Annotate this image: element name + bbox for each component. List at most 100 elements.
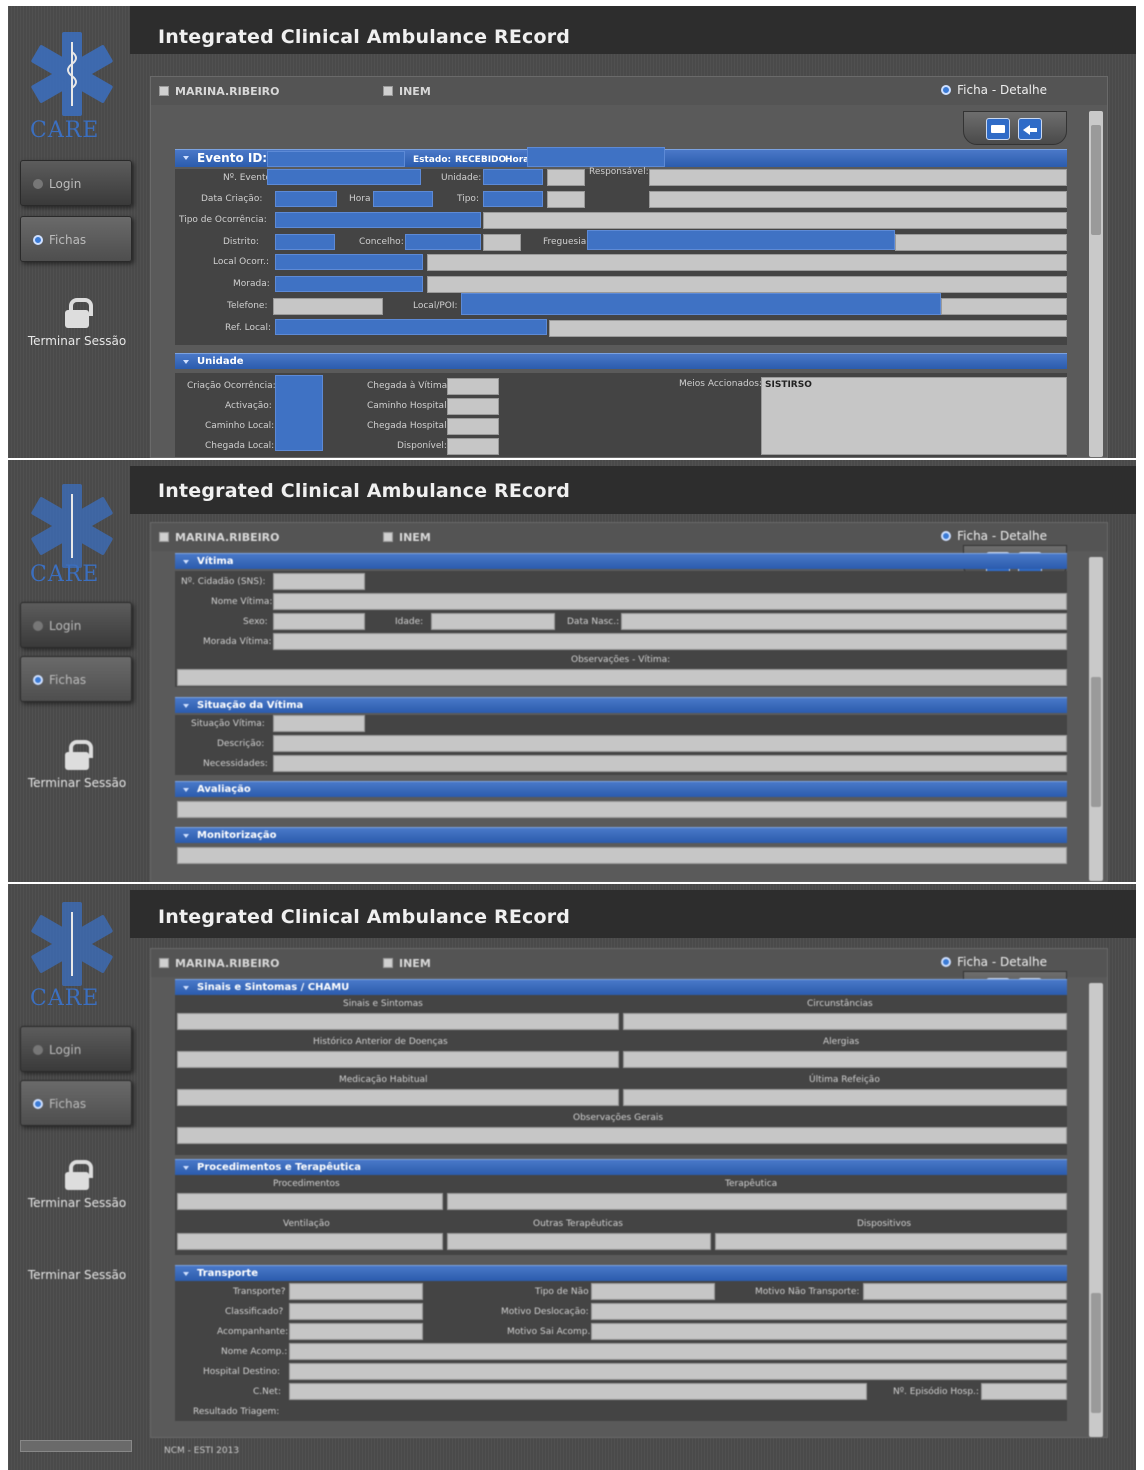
user-checkbox[interactable]: MARINA.RIBEIRO xyxy=(159,957,280,970)
data-nasc-field[interactable] xyxy=(621,613,1067,630)
fichas-button[interactable]: Fichas xyxy=(20,216,132,262)
outras-field[interactable] xyxy=(447,1233,711,1250)
fichas-button[interactable]: Fichas xyxy=(20,656,132,702)
meios-field[interactable]: SISTIRSO xyxy=(761,377,1067,455)
telefone-field[interactable] xyxy=(273,298,383,315)
dispositivos-field[interactable] xyxy=(715,1233,1067,1250)
responsavel-field[interactable] xyxy=(649,169,1067,186)
sexo-field[interactable] xyxy=(273,613,365,630)
local-ocorr-desc[interactable] xyxy=(427,254,1067,271)
tipo-extra-field[interactable] xyxy=(547,191,585,208)
historico-field[interactable] xyxy=(177,1051,619,1068)
section-monitorizacao[interactable]: Monitorização xyxy=(175,827,1067,843)
ultima-field[interactable] xyxy=(623,1089,1067,1106)
app-title: Integrated Clinical Ambulance REcord xyxy=(158,906,571,928)
necessidades-field[interactable] xyxy=(273,755,1067,772)
section-unidade[interactable]: Unidade xyxy=(175,353,1067,369)
motivo-sai-field[interactable] xyxy=(591,1323,1067,1340)
hora-row-field[interactable] xyxy=(373,191,433,207)
local-poi-extra-field[interactable] xyxy=(941,298,1067,315)
ref-local-field[interactable] xyxy=(275,319,547,335)
tipo-field[interactable] xyxy=(483,191,543,207)
login-button[interactable]: Login xyxy=(20,160,132,206)
logout-label: Terminar Sessão xyxy=(27,334,127,348)
login-button[interactable]: Login xyxy=(20,1026,132,1072)
obs-gerais-field[interactable] xyxy=(177,1127,1067,1144)
circunstancias-field[interactable] xyxy=(623,1013,1067,1030)
situacao-field[interactable] xyxy=(273,715,365,732)
ventilacao-field[interactable] xyxy=(177,1233,443,1250)
logout-text-link[interactable]: Terminar Sessão xyxy=(22,1266,132,1282)
data-criacao-field[interactable] xyxy=(275,191,337,207)
view-indicator[interactable]: Ficha - Detalhe xyxy=(941,955,1047,969)
acompanhante-field[interactable] xyxy=(289,1323,423,1340)
view-indicator[interactable]: Ficha - Detalhe xyxy=(941,83,1047,97)
transporte-field[interactable] xyxy=(289,1283,423,1300)
hospital-field[interactable] xyxy=(289,1363,1067,1380)
fichas-button[interactable]: Fichas xyxy=(20,1080,132,1126)
unidade-field[interactable] xyxy=(483,169,543,185)
medicacao-field[interactable] xyxy=(177,1089,619,1106)
org-checkbox[interactable]: INEM xyxy=(383,957,431,970)
chegada-vitima-field[interactable] xyxy=(447,378,499,395)
local-poi-field[interactable] xyxy=(461,293,941,315)
n-evento-field[interactable] xyxy=(267,169,421,185)
section-situacao[interactable]: Situação da Vítima xyxy=(175,697,1067,713)
logout-button[interactable]: Terminar Sessão xyxy=(22,1160,132,1210)
org-checkbox[interactable]: INEM xyxy=(383,531,431,544)
cnet-field[interactable] xyxy=(289,1383,867,1400)
user-checkbox[interactable]: MARINA.RIBEIRO xyxy=(159,531,280,544)
nome-acomp-field[interactable] xyxy=(289,1343,1067,1360)
logout-button[interactable]: Terminar Sessão xyxy=(22,740,132,790)
avaliacao-field[interactable] xyxy=(177,801,1067,818)
morada-desc[interactable] xyxy=(427,276,1067,293)
scrollbar[interactable] xyxy=(1089,557,1103,881)
scrollbar[interactable] xyxy=(1089,983,1103,1437)
section-vitima[interactable]: Vítima xyxy=(175,553,1067,569)
tipo-ocorrencia-desc[interactable] xyxy=(483,212,1067,229)
chegada-hospital-field[interactable] xyxy=(447,418,499,435)
user-checkbox[interactable]: MARINA.RIBEIRO xyxy=(159,85,280,98)
unidade-extra-field[interactable] xyxy=(547,169,585,186)
section-procedimentos[interactable]: Procedimentos e Terapêutica xyxy=(175,1159,1067,1175)
tipo-ocorrencia-field[interactable] xyxy=(275,212,481,228)
procedimentos-field[interactable] xyxy=(177,1193,443,1210)
classificado-field[interactable] xyxy=(289,1303,423,1320)
motivo-desl-field[interactable] xyxy=(591,1303,1067,1320)
hora-field xyxy=(527,147,665,167)
fichas-label: Fichas xyxy=(49,673,87,687)
section-sinais[interactable]: Sinais e Sintomas / CHAMU xyxy=(175,979,1067,995)
responsavel-field-2[interactable] xyxy=(649,191,1067,208)
concelho-field[interactable] xyxy=(405,234,481,250)
freguesia-extra-field[interactable] xyxy=(895,234,1067,251)
idade-field[interactable] xyxy=(431,613,555,630)
org-checkbox[interactable]: INEM xyxy=(383,85,431,98)
local-ocorr-field[interactable] xyxy=(275,254,423,270)
obs-vitima-field[interactable] xyxy=(177,669,1067,686)
section-transporte[interactable]: Transporte xyxy=(175,1265,1067,1281)
caminho-hospital-field[interactable] xyxy=(447,398,499,415)
n-cidadao-field[interactable] xyxy=(273,573,365,590)
motivo-nao-field[interactable] xyxy=(863,1283,1067,1300)
view-indicator[interactable]: Ficha - Detalhe xyxy=(941,529,1047,543)
nome-vitima-field[interactable] xyxy=(273,593,1067,610)
unidade-times-field[interactable] xyxy=(275,375,323,451)
monitorizacao-field[interactable] xyxy=(177,847,1067,864)
disponivel-field[interactable] xyxy=(447,438,499,455)
alergias-field[interactable] xyxy=(623,1051,1067,1068)
morada-vitima-field[interactable] xyxy=(273,633,1067,650)
login-button[interactable]: Login xyxy=(20,602,132,648)
morada-field[interactable] xyxy=(275,276,423,292)
scrollbar[interactable] xyxy=(1089,111,1103,457)
descricao-field[interactable] xyxy=(273,735,1067,752)
distrito-field[interactable] xyxy=(275,234,335,250)
terapeutica-field[interactable] xyxy=(447,1193,1067,1210)
freguesia-field[interactable] xyxy=(587,230,895,250)
n-episodio-field[interactable] xyxy=(981,1383,1067,1400)
sinais-field[interactable] xyxy=(177,1013,619,1030)
concelho-extra-field[interactable] xyxy=(483,234,521,251)
section-avaliacao[interactable]: Avaliação xyxy=(175,781,1067,797)
logout-button[interactable]: Terminar Sessão xyxy=(22,298,132,348)
ref-local-desc[interactable] xyxy=(549,320,1067,337)
tipo-nao-field[interactable] xyxy=(591,1283,715,1300)
